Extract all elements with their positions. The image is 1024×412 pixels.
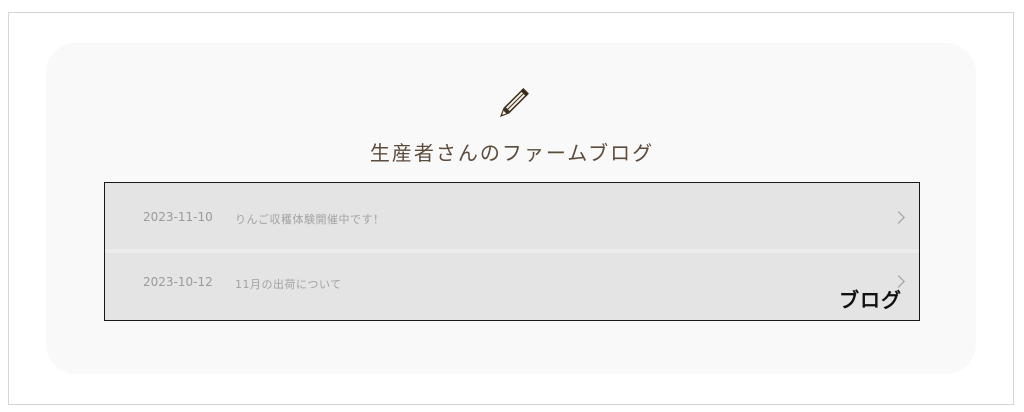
chevron-right-icon: [892, 211, 905, 224]
post-date: 2023-11-10: [143, 210, 213, 224]
post-title[interactable]: 11月の出荷について: [235, 276, 342, 292]
blog-post-list: 2023-11-10 りんご収穫体験開催中です！ 2023-10-12 11月の…: [104, 182, 920, 321]
pencil-icon: [499, 88, 529, 118]
post-title[interactable]: りんご収穫体験開催中です！: [235, 211, 385, 227]
blog-overlay-label: ブログ: [839, 288, 902, 312]
section-title: 生産者さんのファームブログ: [369, 141, 655, 165]
post-date: 2023-10-12: [143, 275, 213, 289]
list-item[interactable]: 2023-11-10 りんご収穫体験開催中です！: [105, 183, 919, 253]
list-item[interactable]: 2023-10-12 11月の出荷について: [105, 253, 919, 320]
